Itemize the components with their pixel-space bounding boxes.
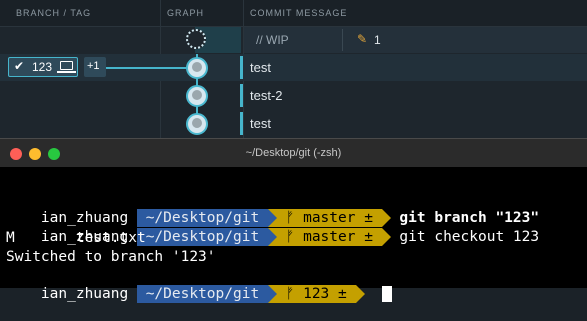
prompt-git-branch: ᚠ master ± <box>276 228 382 246</box>
commit-row-marker <box>240 112 243 135</box>
terminal-output-line: Switched to branch '123' <box>6 249 216 265</box>
branch-tag-column-header[interactable]: BRANCH / TAG <box>16 0 91 26</box>
wip-row[interactable]: // WIP ✎ 1 <box>0 27 587 55</box>
terminal-title-bar[interactable]: ~/Desktop/git (-zsh) <box>0 138 587 167</box>
graph-header: BRANCH / TAG GRAPH COMMIT MESSAGE <box>0 0 587 27</box>
terminal-window[interactable]: ~/Desktop/git (-zsh) ian_zhuang ~/Deskto… <box>0 138 587 303</box>
commit-row-marker <box>240 56 243 79</box>
gitkraken-panel: BRANCH / TAG GRAPH COMMIT MESSAGE // WIP… <box>0 0 587 138</box>
commit-avatar[interactable] <box>186 85 208 107</box>
commit-message: test <box>250 116 271 131</box>
commit-row[interactable]: test-2 <box>0 82 587 110</box>
powerline-separator <box>267 228 277 246</box>
terminal-command: git checkout 123 <box>399 229 540 245</box>
wip-label: // WIP <box>256 33 289 47</box>
commit-row[interactable]: test <box>0 54 587 82</box>
commit-avatar[interactable] <box>186 57 208 79</box>
wip-node[interactable] <box>186 29 206 49</box>
wip-change-count: 1 <box>374 33 381 47</box>
powerline-separator <box>381 228 391 246</box>
commit-message: test-2 <box>250 88 283 103</box>
commit-row[interactable]: test <box>0 110 587 138</box>
commit-avatar[interactable] <box>186 113 208 135</box>
commit-message-column-header[interactable]: COMMIT MESSAGE <box>250 0 347 26</box>
terminal-prompt-line: ian_zhuang ~/Desktop/git ᚠ master ± git … <box>6 210 539 246</box>
terminal-prompt-line: ian_zhuang ~/Desktop/git ᚠ master ± git … <box>6 191 539 227</box>
wip-row-bg <box>244 27 587 53</box>
terminal-title: ~/Desktop/git (-zsh) <box>245 147 342 159</box>
terminal-output-line: M test.txt <box>6 230 146 246</box>
pencil-icon: ✎ <box>357 32 368 46</box>
commit-row-marker <box>240 84 243 107</box>
commit-message: test <box>250 60 271 75</box>
prompt-path: ~/Desktop/git <box>136 228 268 246</box>
graph-column-header[interactable]: GRAPH <box>167 0 204 26</box>
wip-divider <box>342 29 343 51</box>
terminal-prompt-line: ian_zhuang ~/Desktop/git ᚠ 123 ± <box>6 267 392 303</box>
terminal-cursor[interactable] <box>381 286 392 302</box>
